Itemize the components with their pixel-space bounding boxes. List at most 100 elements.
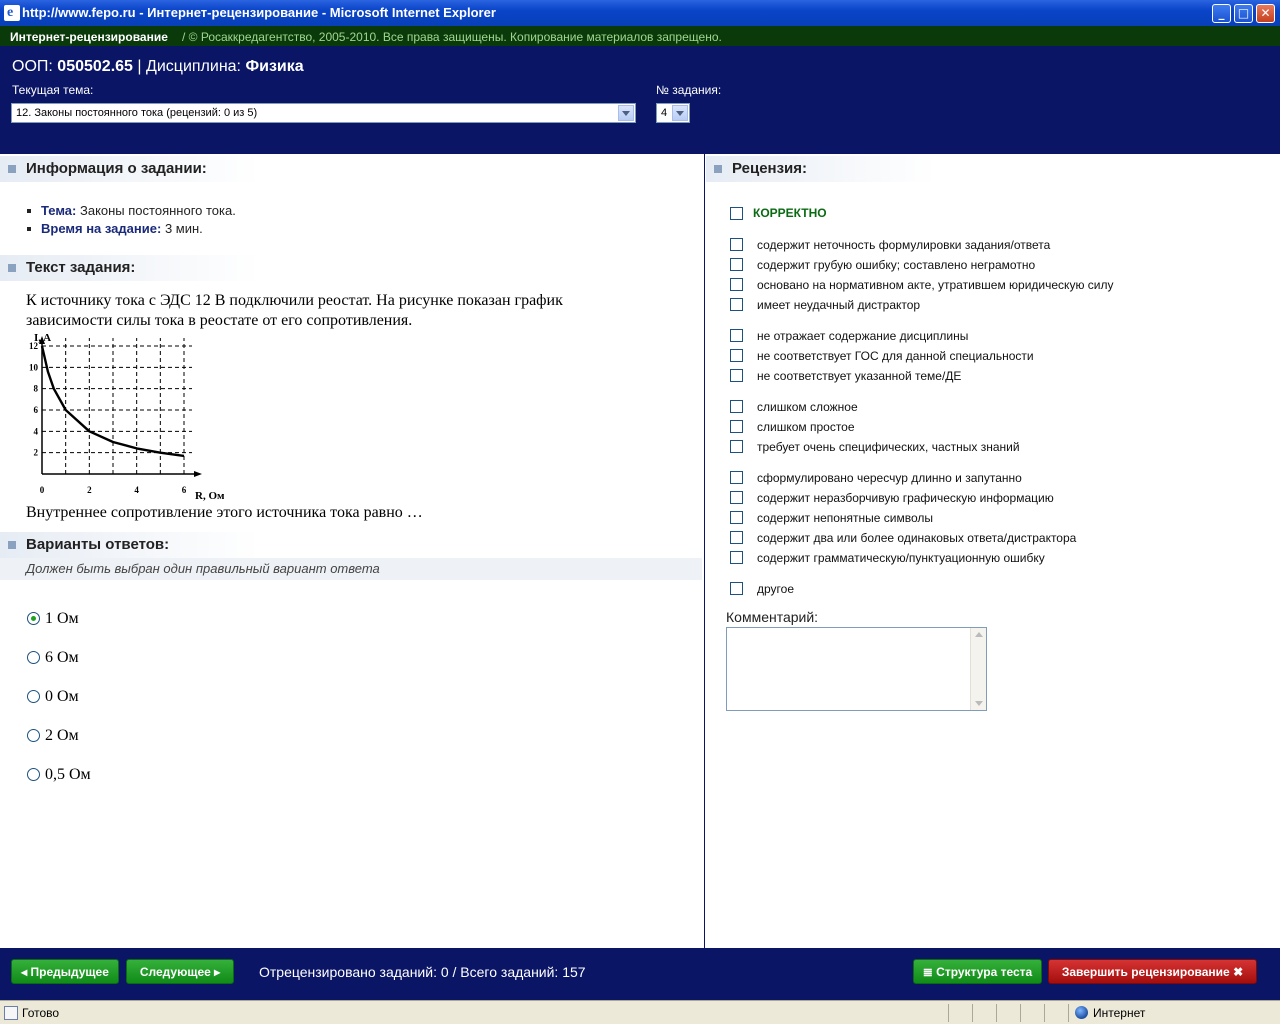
scroll-down-icon[interactable] [975, 701, 983, 706]
column-divider [704, 154, 705, 948]
review-section-title: Рецензия: [732, 160, 808, 177]
review-checkbox-3[interactable] [730, 278, 743, 291]
chevron-down-icon[interactable] [618, 105, 634, 121]
review-checkbox-7[interactable] [730, 369, 743, 382]
section-square-icon [8, 541, 16, 549]
review-checkbox-9[interactable] [730, 420, 743, 433]
x-axis-arrow [194, 471, 202, 477]
scroll-up-icon[interactable] [975, 632, 983, 637]
list-icon: ≣ [922, 965, 933, 979]
answer-radio-1[interactable] [27, 612, 40, 625]
review-checkbox-1[interactable] [730, 238, 743, 251]
answer-option-3[interactable]: 0 Ом [45, 688, 79, 706]
x-tick-label: 2 [87, 485, 92, 495]
answer-radio-5[interactable] [27, 768, 40, 781]
x-tick-label: 0 [40, 485, 45, 495]
answer-option-5[interactable]: 0,5 Ом [45, 766, 91, 784]
section-square-icon [8, 264, 16, 272]
review-checkbox-other[interactable] [730, 582, 743, 595]
task-number-label: № задания: [656, 83, 722, 97]
oop-value: 050502.65 [57, 58, 133, 75]
review-checkbox-6[interactable] [730, 349, 743, 362]
zone-text: Интернет [1093, 1006, 1146, 1020]
test-structure-button[interactable]: ≣ Структура теста [913, 959, 1042, 984]
window-title: http://www.fepo.ru - Интернет-рецензиров… [22, 5, 496, 20]
correct-label: КОРРЕКТНО [753, 206, 827, 220]
review-item-other: другое [757, 582, 795, 596]
review-item-3: основано на нормативном акте, утратившем… [757, 278, 1114, 292]
review-checkbox-10[interactable] [730, 440, 743, 453]
info-topic-label: Тема: [41, 203, 77, 218]
comment-textarea[interactable] [726, 627, 987, 711]
review-item-6: не соответствует ГОС для данной специаль… [757, 349, 1034, 363]
minimize-button[interactable]: _ [1212, 4, 1231, 23]
chevron-down-icon[interactable] [672, 105, 688, 121]
status-segment [1020, 1004, 1044, 1022]
review-checkbox-5[interactable] [730, 329, 743, 342]
answer-option-1[interactable]: 1 Ом [45, 610, 79, 628]
comment-scrollbar[interactable] [970, 628, 986, 710]
next-button-label: Следующее [139, 965, 211, 979]
close-icon: ✖ [1233, 965, 1244, 979]
info-topic-value: Законы постоянного тока. [79, 203, 236, 218]
info-section-title: Информация о задании: [26, 160, 207, 177]
review-checkbox-11[interactable] [730, 471, 743, 484]
review-item-15: содержит грамматическую/пунктуационную о… [757, 551, 1045, 565]
info-time-value: 3 мин. [164, 221, 203, 236]
app-name: Интернет-рецензирование [10, 30, 168, 44]
answer-radio-4[interactable] [27, 729, 40, 742]
task-number-value: 4 [661, 107, 668, 119]
answers-section-header: Варианты ответов: [0, 532, 260, 558]
review-checkbox-4[interactable] [730, 298, 743, 311]
review-checkbox-15[interactable] [730, 551, 743, 564]
section-square-icon [714, 165, 722, 173]
answer-option-4[interactable]: 2 Ом [45, 727, 79, 745]
info-section-header: Информация о задании: [0, 156, 260, 182]
page-footer: ◂ Предыдущее Следующее ▸ Отрецензировано… [0, 948, 1280, 1000]
review-item-13: содержит непонятные символы [757, 511, 934, 525]
section-square-icon [8, 165, 16, 173]
review-section-header: Рецензия: [706, 156, 936, 182]
review-item-12: содержит неразборчивую графическую инфор… [757, 491, 1054, 505]
y-tick-label: 2 [34, 448, 39, 458]
previous-button[interactable]: ◂ Предыдущее [11, 959, 119, 984]
review-item-1: содержит неточность формулировки задания… [757, 238, 1051, 252]
page-icon [4, 1006, 18, 1020]
review-item-7: не соответствует указанной теме/ДЕ [757, 369, 962, 383]
review-item-2: содержит грубую ошибку; составлено негра… [757, 258, 1036, 272]
correct-checkbox[interactable] [730, 207, 743, 220]
review-item-10: требует очень специфических, частных зна… [757, 440, 1020, 454]
ie-icon: e [4, 5, 20, 21]
topic-label: Текущая тема: [12, 83, 94, 97]
close-button[interactable]: ✕ [1256, 4, 1275, 23]
review-checkbox-12[interactable] [730, 491, 743, 504]
review-checkbox-13[interactable] [730, 511, 743, 524]
review-checkbox-8[interactable] [730, 400, 743, 413]
oop-line: ООП: 050502.65 | Дисциплина: Физика [12, 58, 304, 76]
next-button[interactable]: Следующее ▸ [126, 959, 234, 984]
discipline-label: Дисциплина: [146, 58, 241, 75]
comment-label: Комментарий: [726, 609, 819, 625]
review-checkbox-14[interactable] [730, 531, 743, 544]
triangle-right-icon: ▸ [214, 965, 221, 979]
task-section-header: Текст задания: [0, 255, 260, 281]
topic-select-value: 12. Законы постоянного тока (рецензий: 0… [16, 107, 258, 119]
task-number-select[interactable]: 4 [656, 103, 690, 123]
answers-hint: Должен быть выбран один правильный вариа… [26, 561, 380, 576]
maximize-button[interactable]: □ [1234, 4, 1253, 23]
answer-radio-3[interactable] [27, 690, 40, 703]
answer-radio-2[interactable] [27, 651, 40, 664]
info-time-label: Время на задание: [41, 221, 162, 236]
review-item-14: содержит два или более одинаковых ответа… [757, 531, 1077, 545]
oop-label: ООП: [12, 58, 53, 75]
x-axis-label: R, Ом [195, 490, 224, 502]
finish-review-button[interactable]: Завершить рецензирование ✖ [1048, 959, 1257, 984]
review-item-11: сформулировано чересчур длинно и запутан… [757, 471, 1022, 485]
topic-select[interactable]: 12. Законы постоянного тока (рецензий: 0… [11, 103, 636, 123]
window-titlebar[interactable]: e http://www.fepo.ru - Интернет-рецензир… [0, 0, 1280, 26]
answer-option-2[interactable]: 6 Ом [45, 649, 79, 667]
review-checkbox-2[interactable] [730, 258, 743, 271]
y-tick-label: 10 [29, 362, 39, 372]
globe-icon [1075, 1006, 1088, 1019]
status-segment [1044, 1004, 1068, 1022]
